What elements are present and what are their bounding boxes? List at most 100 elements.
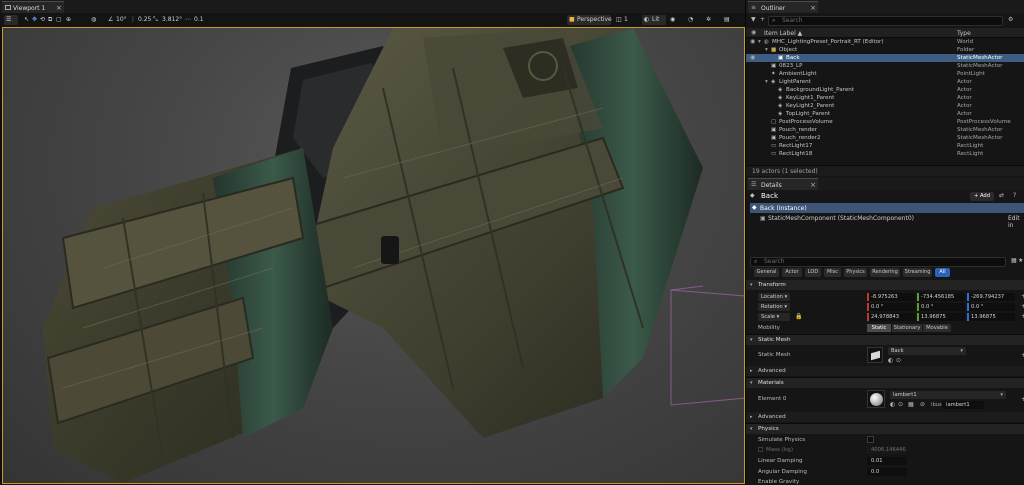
- outliner-row[interactable]: ▢ PostProcessVolume PostProcessVolume: [746, 118, 1024, 126]
- scale-icon[interactable]: ⧉: [48, 15, 52, 25]
- instance-row[interactable]: ◆ Back (Instance): [750, 203, 1024, 213]
- outliner-row[interactable]: ✦ AmbientLight PointLight: [746, 70, 1024, 78]
- outliner-row[interactable]: ▣ Pouch_render2 StaticMeshActor: [746, 134, 1024, 142]
- scale-y-field[interactable]: 13.96875: [917, 313, 965, 321]
- scale-snap-value[interactable]: 0.25: [138, 15, 151, 25]
- fov-icon[interactable]: ◫: [616, 15, 622, 25]
- surface-snap-icon[interactable]: ▢: [56, 15, 62, 25]
- add-component-button[interactable]: + Add: [970, 192, 994, 201]
- help-icon[interactable]: ?: [1013, 192, 1016, 199]
- source-icon[interactable]: ⊘: [920, 401, 925, 408]
- location-x-field[interactable]: -8.975263: [867, 293, 915, 301]
- mobility-static[interactable]: Static: [867, 324, 891, 332]
- details-tab[interactable]: ☰ Details ×: [748, 178, 818, 190]
- grid-snap-icon[interactable]: ◍: [91, 15, 96, 25]
- show-icon[interactable]: ◉: [670, 15, 675, 25]
- material-thumbnail[interactable]: [867, 390, 885, 408]
- edit-in-link[interactable]: Edit in: [1008, 215, 1024, 229]
- chevron-down-icon[interactable]: ▾: [765, 78, 768, 86]
- view-options-icon[interactable]: ▦: [1011, 257, 1017, 264]
- scale-z-field[interactable]: 13.96875: [967, 313, 1015, 321]
- rotation-dropdown[interactable]: Rotation ▾: [758, 303, 790, 311]
- texture-icon[interactable]: ▦: [908, 401, 914, 408]
- chevron-down-icon[interactable]: ▾: [758, 38, 761, 46]
- chevron-down-icon[interactable]: ▾: [765, 46, 768, 54]
- item-label-column[interactable]: Item Label ▲: [764, 30, 802, 37]
- angle-snap-value[interactable]: 10°: [116, 15, 127, 25]
- performance-icon[interactable]: ◔: [688, 15, 693, 25]
- physics-section[interactable]: ▾ Physics: [746, 424, 1024, 434]
- component-row[interactable]: ▣ StaticMeshComponent (StaticMeshCompone…: [750, 213, 1024, 229]
- close-icon[interactable]: ×: [810, 181, 816, 189]
- material-dropdown[interactable]: lambert1 ▾: [890, 391, 1006, 399]
- outliner-row[interactable]: ▾ ■ Object Folder: [746, 46, 1024, 54]
- blueprint-icon[interactable]: ⇄: [999, 192, 1004, 199]
- use-selected-icon[interactable]: ⊙: [898, 401, 903, 408]
- star-icon[interactable]: ★: [1018, 257, 1023, 264]
- details-search-input[interactable]: ⌕ Search: [750, 257, 1006, 267]
- filter-all[interactable]: All: [935, 268, 950, 277]
- speed-value[interactable]: 0.1: [194, 15, 204, 25]
- angle-snap-icon[interactable]: ∠: [108, 15, 113, 25]
- visibility-icon[interactable]: ◉: [750, 54, 755, 62]
- advanced-toggle-2[interactable]: ▸ Advanced: [746, 412, 1024, 422]
- outliner-row[interactable]: ◉ ▣ Back StaticMeshActor: [746, 54, 1024, 62]
- linear-damping-field[interactable]: 0.01: [867, 457, 907, 465]
- scale-dropdown[interactable]: Scale ▾: [758, 313, 790, 321]
- use-selected-icon[interactable]: ⊙: [896, 357, 901, 364]
- close-icon[interactable]: ×: [810, 4, 816, 12]
- outliner-row[interactable]: ▣ 0823_LP StaticMeshActor: [746, 62, 1024, 70]
- mass-override-checkbox[interactable]: [758, 447, 763, 452]
- layout-icon[interactable]: ▤: [724, 15, 730, 25]
- outliner-row[interactable]: ◈ KeyLight1_Parent Actor: [746, 94, 1024, 102]
- camera-speed-icon[interactable]: ⤡: [153, 15, 158, 25]
- transform-section[interactable]: ▾ Transform: [746, 280, 1024, 290]
- materials-section[interactable]: ▾ Materials: [746, 378, 1024, 388]
- mobility-movable[interactable]: Movable: [923, 324, 951, 332]
- outliner-row[interactable]: ▾ ◈ LightParent Actor: [746, 78, 1024, 86]
- visibility-icon[interactable]: ◉: [750, 38, 755, 46]
- outliner-row[interactable]: ▭ RectLight18 RectLight: [746, 150, 1024, 158]
- filter-rendering[interactable]: Rendering: [870, 268, 900, 277]
- filter-icon[interactable]: ▼: [751, 16, 756, 23]
- add-icon[interactable]: +: [760, 16, 765, 23]
- select-mode-icon[interactable]: ↖: [24, 15, 29, 25]
- outliner-row[interactable]: ◈ BackgroundLight_Parent Actor: [746, 86, 1024, 94]
- angular-damping-field[interactable]: 0.0: [867, 468, 907, 476]
- translate-icon[interactable]: ✥: [32, 15, 37, 25]
- outliner-row[interactable]: ◈ TopLight_Parent Actor: [746, 110, 1024, 118]
- viewport-tab[interactable]: Viewport 1 ×: [2, 1, 64, 13]
- filter-streaming[interactable]: Streaming: [903, 268, 932, 277]
- lock-icon[interactable]: 🔒: [795, 313, 802, 320]
- simulate-physics-checkbox[interactable]: [867, 436, 874, 443]
- browse-icon[interactable]: ◐: [888, 357, 893, 364]
- advanced-toggle[interactable]: ▸ Advanced: [746, 366, 1024, 376]
- location-y-field[interactable]: -734.456185: [917, 293, 965, 301]
- filter-lod[interactable]: LOD: [805, 268, 821, 277]
- filter-misc[interactable]: Misc: [824, 268, 841, 277]
- rotation-y-field[interactable]: 0.0 °: [917, 303, 965, 311]
- outliner-row[interactable]: ▭ RectLight17 RectLight: [746, 142, 1024, 150]
- scale-snap-icon[interactable]: ⋮: [130, 15, 136, 25]
- mobility-stationary[interactable]: Stationary: [892, 324, 922, 332]
- outliner-search-input[interactable]: ⌕ Search: [768, 16, 1003, 26]
- filter-physics[interactable]: Physics: [844, 268, 867, 277]
- source-value[interactable]: lambert1: [942, 401, 984, 409]
- viewport-scene[interactable]: [2, 27, 745, 484]
- gear-icon[interactable]: ⚙: [1008, 16, 1013, 23]
- outliner-row[interactable]: ▣ Pouch_render StaticMeshActor: [746, 126, 1024, 134]
- outliner-row[interactable]: ◉ ▾ ◍ MHC_LightingPreset_Portrait_RT (Edito…: [746, 38, 1024, 46]
- outliner-row[interactable]: ◈ KeyLight2_Parent Actor: [746, 102, 1024, 110]
- camera-speed-value[interactable]: 3.812°: [162, 15, 182, 25]
- scale-x-field[interactable]: 24.978843: [867, 313, 915, 321]
- world-local-icon[interactable]: ⊕: [66, 15, 71, 25]
- outliner-tab[interactable]: ≡ Outliner ×: [748, 1, 818, 13]
- browse-icon[interactable]: ◐: [890, 401, 895, 408]
- filter-actor[interactable]: Actor: [782, 268, 802, 277]
- filter-general[interactable]: General: [754, 268, 779, 277]
- settings-icon[interactable]: ✲: [706, 15, 711, 25]
- fov-value[interactable]: 1: [624, 15, 628, 25]
- speed-icon[interactable]: ⋯: [185, 15, 191, 25]
- rotation-z-field[interactable]: 0.0 °: [967, 303, 1015, 311]
- location-dropdown[interactable]: Location ▾: [758, 293, 790, 301]
